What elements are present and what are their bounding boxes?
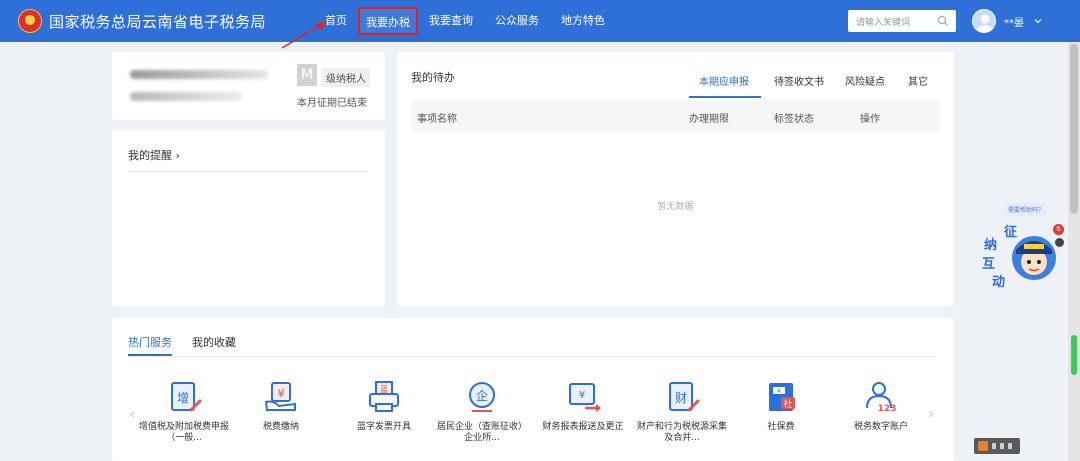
service-vat-declaration[interactable]: 增 增值税及附加税费申报（一般... bbox=[139, 380, 229, 444]
search-icon[interactable] bbox=[936, 14, 950, 28]
service-label: 财务报表报送及更正 bbox=[542, 422, 624, 432]
reminders-card: 我的提醒 › bbox=[112, 130, 385, 306]
enterprise-income-icon: 企 bbox=[469, 382, 495, 412]
chevron-down-icon[interactable] bbox=[1034, 17, 1042, 25]
services-card: 热门服务 我的收藏 ‹ › 增 增值税及附加税费申报（一般... ¥ 税费缴纳 … bbox=[112, 318, 954, 461]
service-label: 税务数字账户 bbox=[853, 422, 908, 432]
service-label: 社保费 bbox=[767, 422, 795, 432]
column-item-name: 事项名称 bbox=[417, 114, 457, 125]
service-financial-report[interactable]: ¥ 财务报表报送及更正 bbox=[538, 380, 628, 433]
invoice-print-icon: 蓝 bbox=[369, 381, 399, 412]
profile-card: M 级纳税人 本月征期已结束 bbox=[112, 52, 385, 120]
social-security-glyph: 社 bbox=[783, 398, 792, 410]
invoice-print-glyph: 蓝 bbox=[380, 384, 388, 394]
search-input[interactable]: 请输入关键词 bbox=[856, 15, 936, 28]
tax-payment-glyph: ¥ bbox=[278, 387, 285, 400]
main-nav: 首页 我要办税 我要查询 公众服务 地方特色 bbox=[314, 0, 616, 42]
nav-local-features[interactable]: 地方特色 bbox=[550, 7, 616, 35]
notification-badge[interactable]: 6 bbox=[1053, 224, 1064, 235]
nav-home[interactable]: 首页 bbox=[314, 7, 358, 35]
todo-tabs: 本期应申报 待签收文书 风险疑点 其它 bbox=[397, 73, 954, 98]
nav-public-service[interactable]: 公众服务 bbox=[484, 7, 550, 35]
divider bbox=[128, 171, 368, 172]
side-widget-handle[interactable] bbox=[1071, 335, 1077, 375]
avatar[interactable] bbox=[972, 9, 996, 33]
reminders-title[interactable]: 我的提醒 › bbox=[128, 147, 180, 163]
service-label: 蓝字发票开具 bbox=[356, 422, 411, 432]
service-social-security[interactable]: ¥ 社 社保费 bbox=[736, 380, 826, 433]
column-deadline: 办理期限 bbox=[689, 114, 729, 125]
vat-declare-icon: 增 bbox=[171, 382, 202, 412]
tab-others[interactable]: 其它 bbox=[908, 73, 928, 97]
redacted-company-name bbox=[130, 70, 268, 79]
digital-account-icon: 123 bbox=[866, 382, 897, 414]
divider bbox=[128, 356, 936, 357]
social-security-icon: ¥ 社 bbox=[769, 383, 795, 411]
column-actions: 操作 bbox=[860, 114, 880, 125]
financial-report-glyph: ¥ bbox=[579, 390, 585, 401]
column-tag-status: 标签状态 bbox=[774, 114, 814, 125]
tax-assistant-mascot-icon[interactable]: 纳 征 互 动 bbox=[976, 222, 1066, 294]
digital-account-glyph: 123 bbox=[878, 404, 897, 414]
period-status: 本月征期已结束 bbox=[297, 98, 367, 109]
todo-card: 我的待办 本期应申报 待签收文书 风险疑点 其它 事项名称 办理期限 标签状态 … bbox=[397, 52, 954, 306]
svg-text:动: 动 bbox=[992, 275, 1005, 290]
tab-documents-to-sign[interactable]: 待签收文书 bbox=[774, 73, 824, 97]
svg-text:纳: 纳 bbox=[984, 237, 997, 253]
tab-my-favorites[interactable]: 我的收藏 bbox=[192, 334, 236, 350]
nav-query[interactable]: 我要查询 bbox=[418, 7, 484, 35]
ime-icon bbox=[978, 441, 1012, 451]
service-label: 财产和行为税税源采集及合并... bbox=[637, 422, 728, 443]
service-label: 居民企业（查账征收）企业所... bbox=[437, 422, 528, 443]
taxpayer-level-badge: M bbox=[297, 64, 317, 86]
enterprise-income-glyph: 企 bbox=[476, 388, 488, 403]
service-property-behavior-tax[interactable]: 财 财产和行为税税源采集及合并... bbox=[637, 380, 727, 444]
username[interactable]: **晏 bbox=[1004, 14, 1024, 29]
tax-bureau-logo-icon bbox=[18, 9, 42, 33]
property-tax-icon: 财 bbox=[669, 382, 700, 412]
redacted-tax-id bbox=[130, 92, 242, 101]
service-digital-account[interactable]: 123 税务数字账户 bbox=[836, 380, 926, 433]
tab-risk-issues[interactable]: 风险疑点 bbox=[845, 73, 885, 97]
chevron-right-icon[interactable]: › bbox=[928, 404, 934, 423]
page-scrollbar[interactable] bbox=[1068, 42, 1080, 461]
todo-table-header: 事项名称 办理期限 标签状态 操作 bbox=[411, 101, 940, 131]
chevron-left-icon[interactable]: ‹ bbox=[129, 404, 135, 423]
tab-current-declaration[interactable]: 本期应申报 bbox=[699, 73, 749, 97]
scrollbar-thumb[interactable] bbox=[1070, 44, 1078, 214]
taxpayer-level-label: 级纳税人 bbox=[322, 68, 370, 87]
tab-hot-services[interactable]: 热门服务 bbox=[128, 334, 172, 350]
tax-payment-icon: ¥ bbox=[264, 382, 296, 411]
service-label: 税费缴纳 bbox=[262, 422, 299, 432]
service-enterprise-income-tax[interactable]: 企 居民企业（查账征收）企业所... bbox=[437, 380, 527, 444]
service-tax-payment[interactable]: ¥ 税费缴纳 bbox=[236, 380, 326, 433]
financial-report-icon: ¥ bbox=[569, 383, 601, 412]
svg-text:互: 互 bbox=[982, 257, 995, 272]
minimize-icon[interactable] bbox=[1055, 238, 1064, 247]
search-box[interactable]: 请输入关键词 bbox=[848, 10, 956, 32]
ime-toolbar[interactable] bbox=[974, 438, 1020, 454]
property-tax-glyph: 财 bbox=[675, 391, 687, 405]
service-label: 增值税及附加税费申报（一般... bbox=[139, 422, 230, 443]
site-title: 国家税务总局云南省电子税务局 bbox=[49, 12, 267, 31]
active-tab-indicator bbox=[689, 96, 761, 98]
service-blue-invoice[interactable]: 蓝 蓝字发票开具 bbox=[339, 380, 429, 433]
vat-declare-glyph: 增 bbox=[177, 391, 189, 405]
svg-text:征: 征 bbox=[1004, 224, 1017, 240]
nav-do-tax[interactable]: 我要办税 bbox=[358, 7, 419, 35]
empty-state-text: 暂无数据 bbox=[657, 202, 694, 212]
svg-text:¥: ¥ bbox=[777, 388, 781, 395]
help-bubble[interactable]: 需要帮助吗？ bbox=[1004, 203, 1049, 216]
